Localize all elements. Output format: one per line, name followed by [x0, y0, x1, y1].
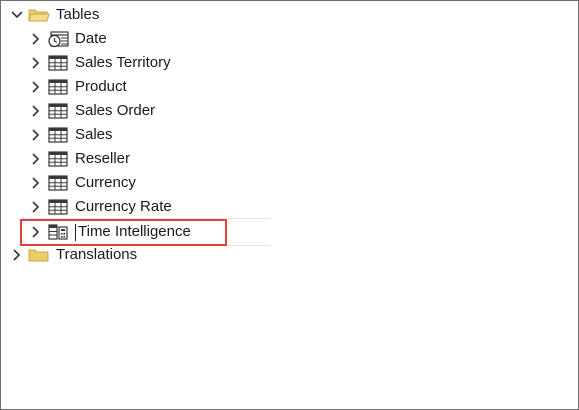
- chevron-right-icon[interactable]: [29, 171, 43, 195]
- table-icon: [47, 78, 69, 96]
- tree-node-sales[interactable]: Sales: [29, 123, 113, 147]
- chevron-right-icon[interactable]: [29, 195, 43, 219]
- date-table-icon: [47, 30, 69, 48]
- table-icon: [47, 150, 69, 168]
- tree-node-label: Product: [75, 78, 127, 95]
- tree-node-product[interactable]: Product: [29, 75, 127, 99]
- tree-node-translations[interactable]: Translations: [10, 243, 137, 267]
- tree-node-label: Translations: [56, 246, 138, 263]
- chevron-down-icon[interactable]: [10, 3, 24, 27]
- tree-node-currency-rate[interactable]: Currency Rate: [29, 195, 172, 219]
- table-icon: [47, 174, 69, 192]
- tree-node-label: Reseller: [75, 150, 131, 167]
- tree-node-currency[interactable]: Currency: [29, 171, 136, 195]
- folder-open-icon: [28, 6, 50, 24]
- folder-icon: [28, 246, 50, 264]
- chevron-right-icon[interactable]: [29, 27, 43, 51]
- chevron-right-icon[interactable]: [29, 51, 43, 75]
- chevron-right-icon[interactable]: [10, 243, 24, 267]
- table-icon: [47, 198, 69, 216]
- chevron-right-icon[interactable]: [29, 75, 43, 99]
- tables-tree: Tables Date Sales Territory Product Sale…: [0, 0, 577, 408]
- tree-node-label: Currency: [75, 174, 136, 191]
- tree-node-label: Date: [75, 30, 107, 47]
- tree-node-tables[interactable]: Tables: [10, 3, 99, 27]
- tree-node-label: Sales Order: [75, 102, 156, 119]
- chevron-right-icon[interactable]: [29, 123, 43, 147]
- table-icon: [47, 126, 69, 144]
- tree-node-date[interactable]: Date: [29, 27, 107, 51]
- tree-node-label: Currency Rate: [75, 198, 172, 215]
- tree-node-sales-order[interactable]: Sales Order: [29, 99, 155, 123]
- tree-node-reseller[interactable]: Reseller: [29, 147, 130, 171]
- tree-node-label: Sales Territory: [75, 54, 171, 71]
- chevron-right-icon[interactable]: [29, 147, 43, 171]
- tree-node-label: Sales: [75, 126, 113, 143]
- table-icon: [47, 54, 69, 72]
- table-icon: [47, 102, 69, 120]
- tree-node-sales-territory[interactable]: Sales Territory: [29, 51, 171, 75]
- chevron-right-icon[interactable]: [29, 99, 43, 123]
- tree-node-label: Tables: [56, 6, 100, 23]
- highlight-annotation-box: [20, 219, 227, 246]
